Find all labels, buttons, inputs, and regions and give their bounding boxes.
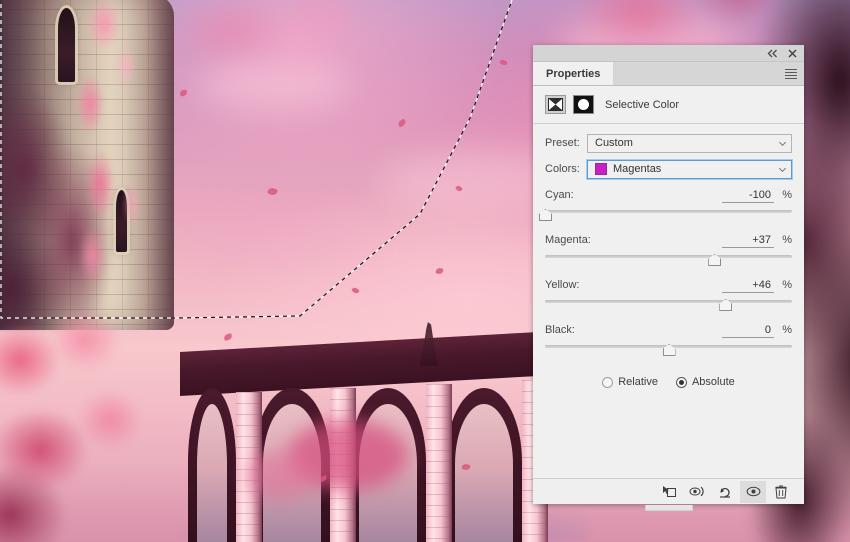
collapse-panel-icon[interactable] xyxy=(767,48,778,59)
slider-black-label: Black: xyxy=(545,324,575,336)
delete-icon[interactable] xyxy=(768,481,794,503)
bridge-arch xyxy=(188,388,236,542)
tab-properties[interactable]: Properties xyxy=(533,62,614,85)
panel-tab-bar[interactable]: Properties xyxy=(533,62,804,86)
slider-magenta-label: Magenta: xyxy=(545,234,591,246)
slider-black: Black: 0 % xyxy=(545,324,792,360)
cloud xyxy=(200,210,370,265)
close-panel-icon[interactable] xyxy=(787,48,798,59)
slider-cyan-unit: % xyxy=(782,189,792,201)
radio-relative[interactable]: Relative xyxy=(602,376,658,388)
slider-yellow-unit: % xyxy=(782,279,792,291)
color-swatch xyxy=(595,163,607,175)
slider-black-value[interactable]: 0 xyxy=(722,324,774,338)
blurred-petal-cluster xyxy=(246,452,316,500)
panel-footer xyxy=(533,478,804,504)
slider-yellow-track[interactable] xyxy=(545,300,792,303)
colors-value: Magentas xyxy=(613,163,662,175)
chevron-down-icon xyxy=(778,164,787,173)
radio-relative-label: Relative xyxy=(618,376,658,388)
bridge-pier xyxy=(426,384,452,542)
tab-properties-label: Properties xyxy=(546,67,601,80)
slider-magenta-unit: % xyxy=(782,234,792,246)
photoshop-workspace: Properties Selective Color Preset: Custo… xyxy=(0,0,850,542)
slider-yellow: Yellow: +46 % xyxy=(545,279,792,315)
radio-absolute-indicator xyxy=(675,376,687,388)
slider-yellow-label: Yellow: xyxy=(545,279,580,291)
preset-row: Preset: Custom xyxy=(545,132,792,154)
slider-cyan-value[interactable]: -100 xyxy=(722,189,774,203)
reset-icon[interactable] xyxy=(712,481,738,503)
colors-label: Colors: xyxy=(545,163,580,175)
view-previous-state-icon[interactable] xyxy=(684,481,710,503)
slider-magenta: Magenta: +37 % xyxy=(545,234,792,270)
foreground-blossom-top-left xyxy=(120,0,380,110)
slider-black-unit: % xyxy=(782,324,792,336)
hamburger-menu-icon[interactable] xyxy=(785,68,797,79)
radio-absolute-label: Absolute xyxy=(691,376,735,388)
foreground-blossom-left xyxy=(0,300,170,542)
radio-absolute[interactable]: Absolute xyxy=(675,376,735,388)
preset-value: Custom xyxy=(595,137,633,149)
method-radio-group: Relative Absolute xyxy=(545,376,792,388)
slider-cyan-label: Cyan: xyxy=(545,189,574,201)
bridge-arch xyxy=(446,388,522,542)
preset-label: Preset: xyxy=(545,137,580,149)
panel-body: Preset: Custom Colors: Magentas Cyan: -1… xyxy=(533,124,804,478)
colors-row: Colors: Magentas xyxy=(545,158,792,180)
toggle-visibility-icon[interactable] xyxy=(740,480,766,503)
radio-relative-indicator xyxy=(602,376,614,388)
slider-cyan-track[interactable] xyxy=(545,210,792,213)
colors-select[interactable]: Magentas xyxy=(587,159,792,179)
panel-resize-grip[interactable] xyxy=(644,505,693,511)
chevron-down-icon xyxy=(778,138,787,147)
adjustment-title: Selective Color xyxy=(605,98,679,111)
clip-to-layer-icon[interactable] xyxy=(656,481,682,503)
slider-magenta-track[interactable] xyxy=(545,255,792,258)
layer-mask-thumbnail-icon[interactable] xyxy=(573,95,594,114)
slider-magenta-value[interactable]: +37 xyxy=(722,234,774,248)
panel-titlebar xyxy=(533,45,804,62)
adjustment-header: Selective Color xyxy=(533,86,804,124)
properties-panel[interactable]: Properties Selective Color Preset: Custo… xyxy=(533,45,804,511)
slider-yellow-value[interactable]: +46 xyxy=(722,279,774,293)
preset-select[interactable]: Custom xyxy=(587,133,792,153)
selective-color-adjustment-icon[interactable] xyxy=(545,95,566,114)
slider-cyan: Cyan: -100 % xyxy=(539,189,792,225)
